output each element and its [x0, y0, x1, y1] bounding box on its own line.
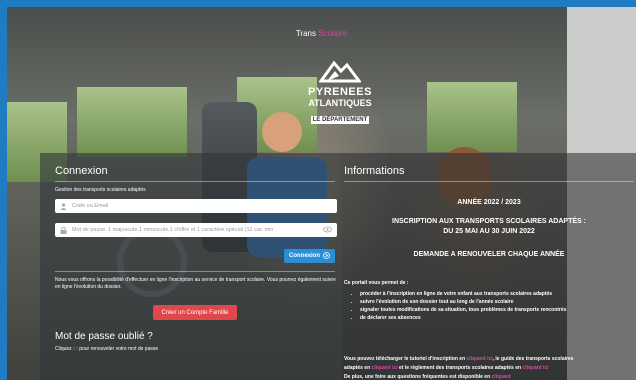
login-button-label: Connexion [289, 253, 320, 259]
lock-icon [60, 226, 67, 234]
bus-window-left [77, 87, 187, 157]
list-item: procéder à l'inscription en ligne de vot… [360, 290, 630, 298]
list-item: signaler toutes modifications de sa situ… [360, 306, 630, 314]
intro-text: Nous vous offrons la possibilité d'effec… [55, 277, 336, 290]
faq-link[interactable]: cliquant [492, 374, 511, 380]
person-head [262, 112, 302, 152]
login-panel: Connexion Gestion des transports scolair… [40, 153, 342, 380]
login-title: Connexion [55, 165, 108, 177]
show-password-icon[interactable] [323, 226, 332, 235]
info-title: Informations [344, 165, 405, 177]
forgot-password-title: Mot de passe oublié ? [55, 331, 153, 342]
info-panel: Informations ANNÉE 2022 / 2023 INSCRIPTI… [342, 153, 636, 380]
forgot-password-text: Cliquez ici pour renouveler votre mot de… [55, 346, 159, 352]
password-field[interactable]: Mot de passe. 1 majuscule,1 minuscule,1 … [55, 223, 337, 237]
forgot-password-link[interactable]: ici [73, 346, 78, 352]
login-subtitle: Gestion des transports scolaires adaptés [55, 187, 146, 193]
info-intro: Ce portail vous permet de : [344, 280, 409, 286]
info-list: procéder à l'inscription en ligne de vot… [360, 290, 630, 322]
bus-window-right [427, 82, 517, 152]
background-photo: Trans Scolaire PYRENEES ATLANTIQUES LE D… [7, 7, 636, 380]
app-title: Trans Scolaire [295, 29, 348, 38]
login-button[interactable]: Connexion [284, 249, 335, 263]
guide-link[interactable]: cliquant ici [372, 365, 398, 371]
download-text: Vous pouvez télécharger le tutoriel d'in… [344, 356, 574, 380]
mountain-logo-icon [319, 60, 361, 83]
reglement-link[interactable]: cliquant ici [522, 365, 548, 371]
department-logo: PYRENEES ATLANTIQUES LE DÉPARTEMENT [305, 57, 375, 126]
divider [55, 271, 335, 272]
tutorial-link[interactable]: cliquant ici [467, 356, 493, 362]
arrow-circle-icon [323, 251, 330, 261]
email-placeholder: Code ou Email [72, 203, 109, 209]
info-headline-3: DEMANDE A RENOUVELER CHAQUE ANNÉE [413, 251, 565, 258]
create-account-button[interactable]: Créer un Compte Famille [153, 305, 237, 320]
email-field[interactable]: Code ou Email [55, 199, 337, 213]
password-placeholder: Mot de passe. 1 majuscule,1 minuscule,1 … [72, 227, 274, 233]
divider [344, 181, 634, 182]
list-item: suivre l'évolution de son dossier tout a… [360, 298, 630, 306]
info-headline-2: DU 25 MAI AU 30 JUIN 2022 [443, 228, 535, 235]
school-year: ANNÉE 2022 / 2023 [457, 199, 521, 206]
divider [55, 181, 335, 182]
list-item: de déclarer ses absences [360, 314, 630, 322]
info-headline-1: INSCRIPTION AUX TRANSPORTS SCOLAIRES ADA… [392, 218, 586, 225]
user-icon [60, 202, 67, 210]
